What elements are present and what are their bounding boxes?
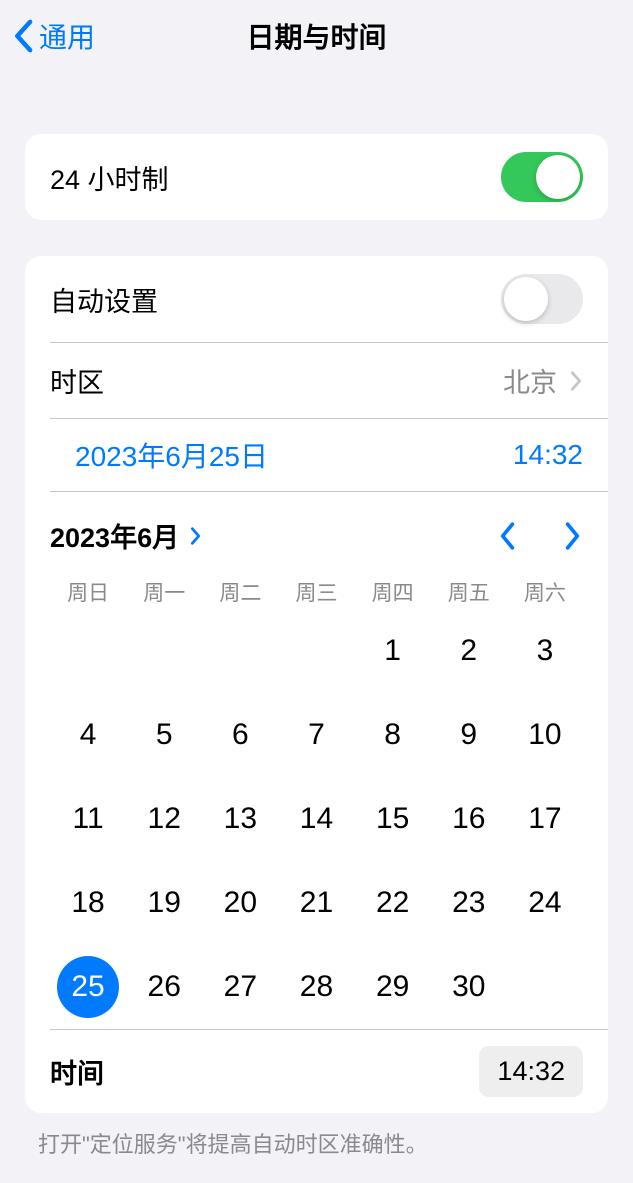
month-label: 2023年6月: [50, 516, 179, 555]
calendar-day[interactable]: 9: [431, 707, 507, 763]
calendar-day[interactable]: 11: [50, 791, 126, 847]
chevron-right-icon: [189, 525, 203, 547]
calendar-day[interactable]: 26: [126, 959, 202, 1015]
footer-note: 打开"定位服务"将提高自动时区准确性。: [38, 1127, 595, 1159]
calendar-day[interactable]: 15: [355, 791, 431, 847]
calendar-day[interactable]: 2: [431, 623, 507, 679]
calendar-day[interactable]: 21: [278, 875, 354, 931]
calendar-day[interactable]: 30: [431, 959, 507, 1015]
calendar-day-empty: [278, 623, 354, 679]
calendar-day[interactable]: 12: [126, 791, 202, 847]
calendar-day[interactable]: 29: [355, 959, 431, 1015]
time-label: 时间: [50, 1052, 104, 1091]
calendar-day[interactable]: 1: [355, 623, 431, 679]
calendar-day[interactable]: 14: [278, 791, 354, 847]
prev-month-button[interactable]: [497, 521, 517, 551]
calendar-day[interactable]: 6: [202, 707, 278, 763]
auto-set-label: 自动设置: [50, 280, 158, 319]
calendar-day[interactable]: 27: [202, 959, 278, 1015]
weekday-header: 周二: [202, 577, 278, 607]
calendar-day[interactable]: 5: [126, 707, 202, 763]
twenty-four-hour-label: 24 小时制: [50, 158, 169, 197]
chevron-right-icon: [569, 370, 583, 392]
back-label: 通用: [39, 16, 95, 56]
chevron-left-icon: [497, 521, 517, 551]
timezone-row[interactable]: 北京: [503, 361, 583, 400]
calendar-day[interactable]: 4: [50, 707, 126, 763]
selected-time-button[interactable]: 14:32: [513, 439, 583, 471]
calendar-day[interactable]: 13: [202, 791, 278, 847]
calendar-day-empty: [50, 623, 126, 679]
calendar-day[interactable]: 7: [278, 707, 354, 763]
calendar-day[interactable]: 20: [202, 875, 278, 931]
calendar-day[interactable]: 19: [126, 875, 202, 931]
chevron-left-icon: [12, 19, 34, 53]
calendar-day-empty: [202, 623, 278, 679]
calendar-day[interactable]: 28: [278, 959, 354, 1015]
twenty-four-hour-switch[interactable]: [501, 152, 583, 202]
weekday-header: 周五: [431, 577, 507, 607]
back-button[interactable]: 通用: [0, 16, 95, 56]
calendar-day[interactable]: 8: [355, 707, 431, 763]
calendar-day-empty: [126, 623, 202, 679]
selected-date-button[interactable]: 2023年6月25日: [75, 435, 268, 475]
month-picker-button[interactable]: 2023年6月: [50, 516, 203, 555]
time-picker-button[interactable]: 14:32: [479, 1046, 583, 1097]
timezone-label: 时区: [50, 361, 104, 400]
calendar-day[interactable]: 3: [507, 623, 583, 679]
timezone-value: 北京: [503, 361, 557, 400]
calendar-day[interactable]: 24: [507, 875, 583, 931]
auto-set-switch[interactable]: [501, 274, 583, 324]
calendar-day[interactable]: 18: [50, 875, 126, 931]
weekday-header: 周日: [50, 577, 126, 607]
weekday-header: 周三: [278, 577, 354, 607]
calendar-day[interactable]: 17: [507, 791, 583, 847]
weekday-header: 周四: [355, 577, 431, 607]
calendar-day[interactable]: 16: [431, 791, 507, 847]
calendar-day[interactable]: 25: [50, 959, 126, 1015]
chevron-right-icon: [563, 521, 583, 551]
calendar-day[interactable]: 10: [507, 707, 583, 763]
calendar-day[interactable]: 22: [355, 875, 431, 931]
next-month-button[interactable]: [563, 521, 583, 551]
weekday-header: 周一: [126, 577, 202, 607]
calendar-day[interactable]: 23: [431, 875, 507, 931]
weekday-header: 周六: [507, 577, 583, 607]
